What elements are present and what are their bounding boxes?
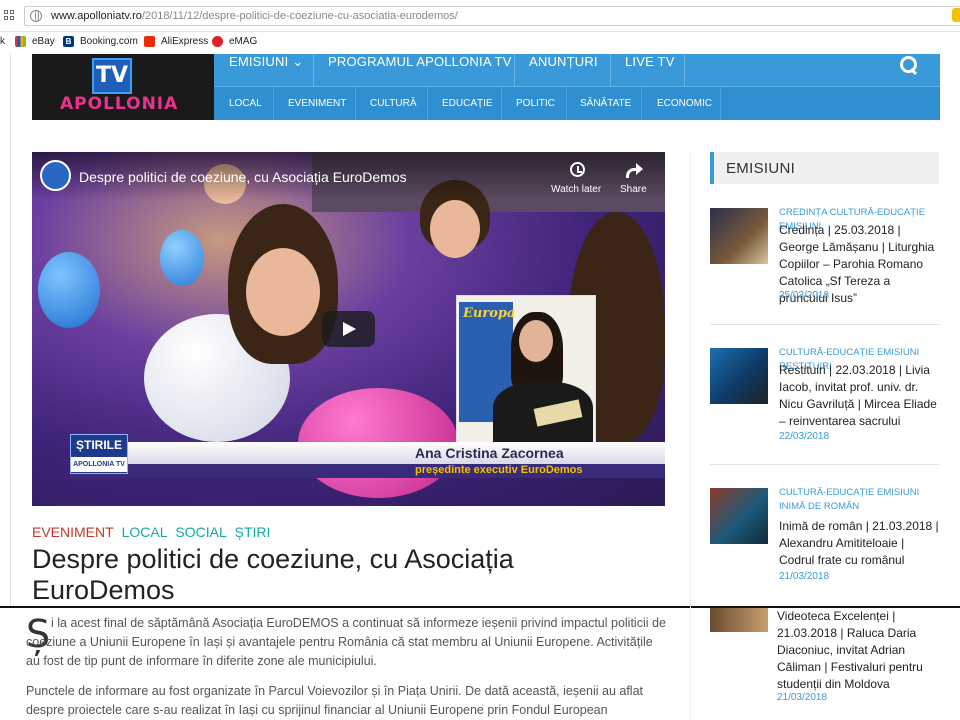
play-button[interactable] <box>322 311 375 347</box>
apps-grid-icon[interactable] <box>4 10 16 22</box>
article-categories: EVENIMENT LOCAL SOCIAL ȘTIRI <box>32 524 274 540</box>
post-thumbnail[interactable] <box>710 608 768 632</box>
primary-nav: EMISIUNI ⌄ PROGRAMUL APOLLONIA TV ANUNȚU… <box>214 54 940 87</box>
post-thumbnail[interactable] <box>710 348 768 404</box>
nav-educatie[interactable]: EDUCAȚIE <box>442 87 493 120</box>
url-text: www.apolloniatv.ro/2018/11/12/despre-pol… <box>51 10 458 22</box>
nav-live-tv[interactable]: LIVE TV <box>625 52 675 85</box>
nav-economic[interactable]: ECONOMIC <box>657 87 712 120</box>
aliexpress-icon <box>144 36 155 47</box>
extension-icon[interactable] <box>952 8 960 22</box>
post-thumbnail[interactable] <box>710 488 768 544</box>
logo-tv-mark: TV <box>92 58 132 94</box>
video-player[interactable]: Despre politici de coeziune, cu Asociați… <box>32 152 665 506</box>
video-child-face <box>246 248 320 336</box>
globe-icon <box>30 10 42 22</box>
watch-later-label[interactable]: Watch later <box>551 184 601 195</box>
article-paragraph-1: i la acest final de săptămână Asociația … <box>26 616 666 668</box>
video-title[interactable]: Despre politici de coeziune, cu Asociați… <box>79 169 407 185</box>
post-date: 25/03/2018 <box>779 290 830 301</box>
sidebar-post-4[interactable]: Videoteca Excelenței | 21.03.2018 | Ralu… <box>710 606 940 716</box>
sidebar-post-1[interactable]: CREDINȚA CULTURĂ-EDUCAȚIE EMISIUNI Credi… <box>710 206 940 306</box>
category-stiri[interactable]: ȘTIRI <box>235 524 271 540</box>
nav-anunturi[interactable]: ANUNȚURI <box>529 52 598 85</box>
category-local[interactable]: LOCAL <box>122 524 168 540</box>
article-paragraph-2: Punctele de informare au fost organizate… <box>26 684 644 717</box>
post-date: 21/03/2018 <box>777 692 828 703</box>
browser-address-bar: www.apolloniatv.ro/2018/11/12/despre-pol… <box>0 0 960 32</box>
booking-icon: B <box>63 36 74 47</box>
stirile-badge: ȘTIRILE APOLLONIA TV <box>70 434 128 474</box>
share-icon[interactable] <box>626 162 643 178</box>
lower-third-name: Ana Cristina Zacornea <box>415 445 564 461</box>
nav-sanatate[interactable]: SĂNĂTATE <box>580 87 631 120</box>
bookmark-k[interactable]: k <box>0 36 5 47</box>
post-title[interactable]: Videoteca Excelenței | 21.03.2018 | Ralu… <box>777 608 937 693</box>
secondary-nav: LOCAL EVENIMENT CULTURĂ EDUCAȚIE POLITIC… <box>214 87 940 120</box>
main-navigation: EMISIUNI ⌄ PROGRAMUL APOLLONIA TV ANUNȚU… <box>214 54 940 120</box>
bookmark-booking[interactable]: B Booking.com <box>63 36 138 47</box>
emag-icon <box>212 36 223 47</box>
post-date: 21/03/2018 <box>779 571 830 582</box>
bookmark-ebay[interactable]: eBay <box>15 36 55 47</box>
nav-local[interactable]: LOCAL <box>229 87 262 120</box>
bookmark-emag[interactable]: eMAG <box>212 36 257 47</box>
lower-third: Ana Cristina Zacornea președinte executi… <box>70 434 665 478</box>
video-child-face-2 <box>430 200 480 258</box>
share-label[interactable]: Share <box>620 184 647 195</box>
post-title[interactable]: Restituiri | 22.03.2018 | Livia Iacob, i… <box>779 362 939 430</box>
category-eveniment[interactable]: EVENIMENT <box>32 524 114 540</box>
site-logo[interactable]: TV APOLLONIA <box>32 54 214 120</box>
sidebar-divider <box>690 152 691 720</box>
logo-brand-text: APOLLONIA <box>60 94 179 114</box>
page-edge-line <box>10 54 11 606</box>
nav-politic[interactable]: POLITIC <box>516 87 555 120</box>
nav-cultura[interactable]: CULTURĂ <box>370 87 416 120</box>
sidebar-heading: EMISIUNI <box>710 152 939 184</box>
post-title[interactable]: Inimă de român | 21.03.2018 | Alexandru … <box>779 518 939 569</box>
video-balloon-blue-2 <box>160 230 204 286</box>
nav-emisiuni[interactable]: EMISIUNI ⌄ <box>229 52 303 85</box>
bookmarks-bar: k eBay B Booking.com AliExpress eMAG <box>0 32 960 54</box>
search-icon[interactable] <box>900 56 917 73</box>
video-inset-portrait: Europa <box>456 295 596 445</box>
video-balloon-blue <box>38 252 100 328</box>
watch-later-icon[interactable] <box>570 162 585 177</box>
nav-programul[interactable]: PROGRAMUL APOLLONIA TV <box>328 52 512 85</box>
sidebar-post-2[interactable]: CULTURĂ-EDUCAȚIE EMISIUNI RESTITUIRI Res… <box>710 346 940 446</box>
sidebar-post-3[interactable]: CULTURĂ-EDUCAȚIE EMISIUNI INIMĂ DE ROMÂN… <box>710 486 940 586</box>
nav-eveniment[interactable]: EVENIMENT <box>288 87 346 120</box>
ebay-icon <box>15 36 26 47</box>
article-title: Despre politici de coeziune, cu Asociați… <box>32 544 514 605</box>
lower-third-role: președinte executiv EuroDemos <box>415 464 583 476</box>
url-field[interactable]: www.apolloniatv.ro/2018/11/12/despre-pol… <box>24 6 960 26</box>
category-social[interactable]: SOCIAL <box>175 524 226 540</box>
post-thumbnail[interactable] <box>710 208 768 264</box>
channel-avatar[interactable] <box>40 160 71 191</box>
post-category[interactable]: CULTURĂ-EDUCAȚIE EMISIUNI INIMĂ DE ROMÂN <box>779 486 939 514</box>
post-date: 22/03/2018 <box>779 431 830 442</box>
bookmark-aliexpress[interactable]: AliExpress <box>144 36 208 47</box>
